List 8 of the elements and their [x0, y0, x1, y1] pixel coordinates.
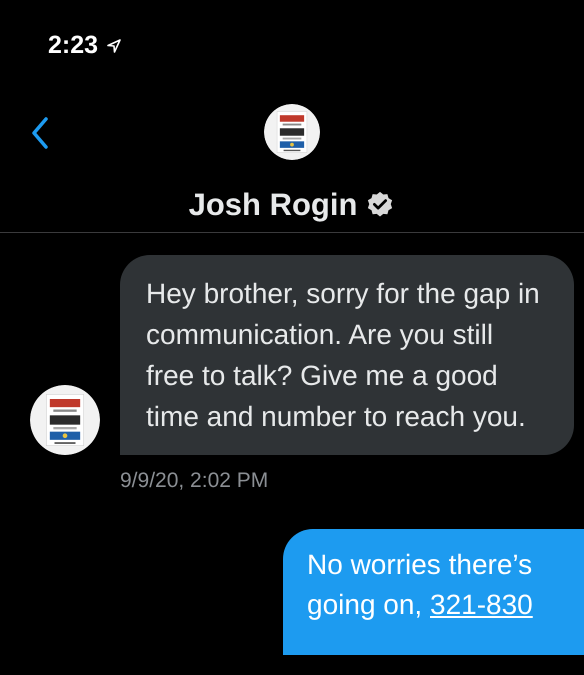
message-bubble: No worries there’s going on, 321-830	[283, 528, 584, 654]
back-chevron-icon	[30, 116, 50, 150]
location-arrow-icon	[106, 38, 122, 54]
contact-name: Josh Rogin	[188, 186, 358, 224]
status-time: 2:23	[48, 30, 98, 62]
phone-link[interactable]: 321-830	[430, 588, 533, 620]
message-bubble: Hey brother, sorry for the gap in communication. Are you still free to talk? Give me a good time and number to reach you.	[120, 255, 574, 455]
message-timestamp: 9/9/20, 2:02 PM	[120, 468, 270, 494]
